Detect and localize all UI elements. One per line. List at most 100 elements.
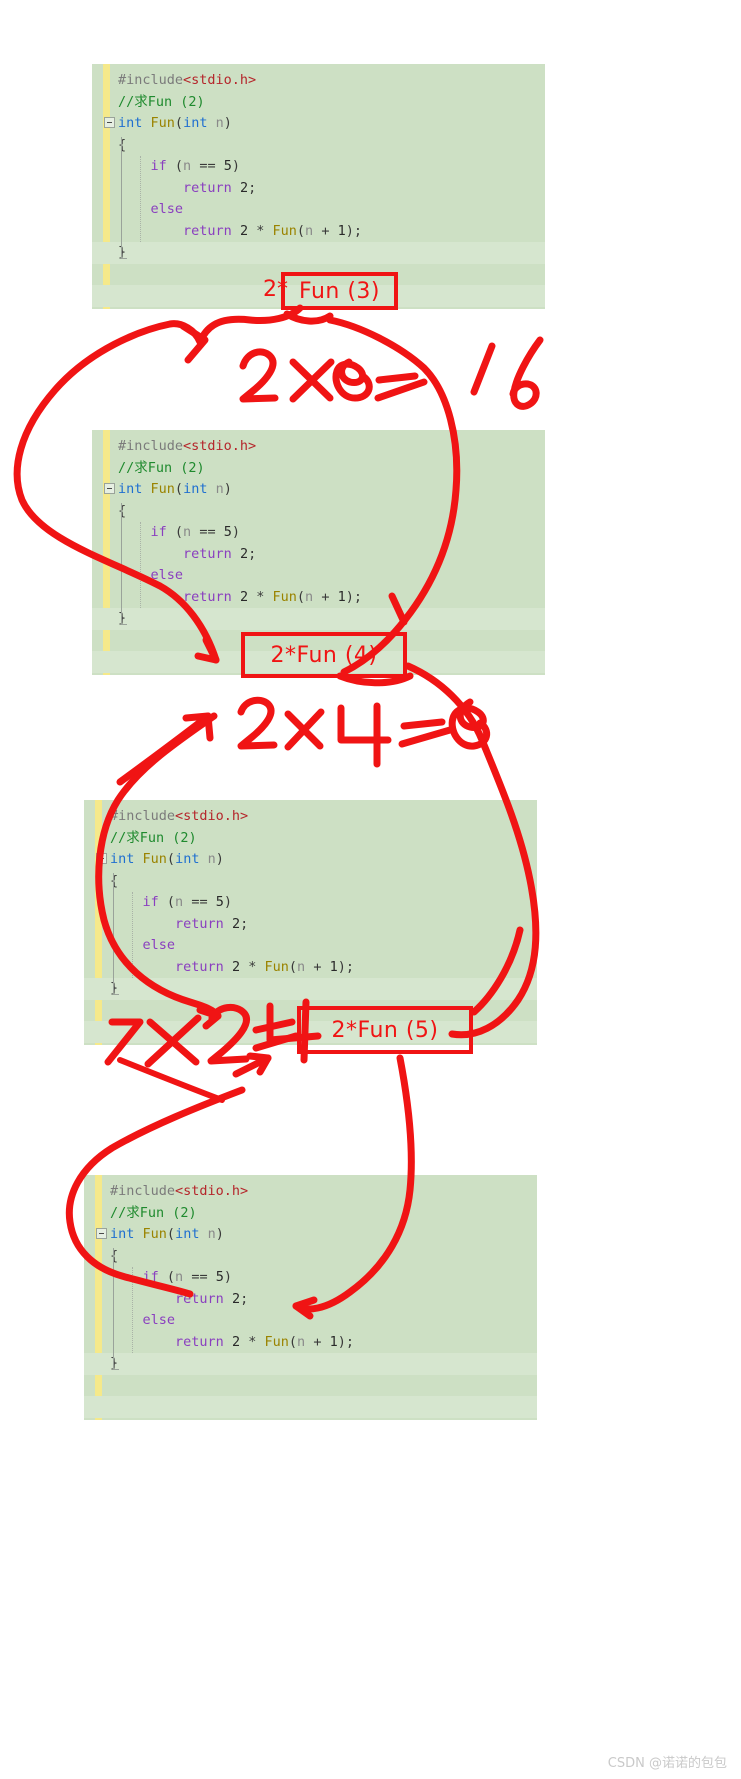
line-return-recursive-token-0 [118, 223, 183, 239]
line-include: #include<stdio.h> [92, 70, 545, 92]
line-close-brace: } [92, 242, 545, 264]
line-return-recursive-token-2 [224, 1334, 232, 1350]
line-signature: int Fun(int n) [84, 849, 537, 871]
line-signature-token-4: int [175, 1226, 200, 1242]
line-return-recursive: return 2 * Fun(n + 1); [92, 587, 545, 609]
line-return-recursive: return 2 * Fun(n + 1); [84, 1332, 537, 1354]
line-close-brace: } [84, 978, 537, 1000]
line-include: #include<stdio.h> [84, 1181, 537, 1203]
structure-guide-foot [113, 1369, 119, 1370]
line-include-token-1: <stdio.h> [175, 808, 249, 824]
hand-x-c [284, 710, 324, 750]
line-return-recursive-token-2 [232, 223, 240, 239]
line-return-recursive-token-0 [110, 959, 175, 975]
hand-equals-b [374, 378, 428, 402]
structure-guide-line [113, 1247, 114, 1369]
line-return-recursive-token-11: 1 [329, 958, 338, 975]
line-if-token-3: n [175, 894, 184, 910]
hand-x-a [289, 358, 334, 402]
line-if: if (n == 5) [84, 892, 537, 914]
structure-guide-line [121, 502, 122, 624]
line-if-token-3: n [183, 524, 192, 540]
line-include-token-1: <stdio.h> [183, 72, 257, 88]
line-if-token-5: 5 [215, 894, 224, 910]
line-return-base: return 2; [84, 914, 537, 936]
line-signature-token-2: Fun [150, 481, 175, 497]
hand-digit-2-a [239, 348, 279, 403]
line-if-token-5: 5 [215, 1269, 224, 1285]
line-if-token-6: ) [223, 1269, 232, 1285]
hand-x-d [284, 708, 325, 751]
line-return-base-token-2 [224, 916, 232, 932]
line-if-token-1: if [150, 524, 167, 540]
line-if-token-2: ( [166, 524, 184, 540]
line-comment-token-0: //求Fun (2) [110, 1204, 197, 1221]
line-return-base-token-0 [118, 546, 183, 562]
line-if-token-1: if [150, 158, 167, 174]
line-return-base-token-3: 2 [231, 915, 241, 932]
line-if-token-2: ( [158, 1269, 176, 1285]
line-return-base: return 2; [84, 1289, 537, 1311]
line-return-recursive-token-7: Fun [264, 958, 289, 975]
line-return-recursive-token-0 [110, 1334, 175, 1350]
line-signature-token-0: int [110, 1226, 135, 1242]
line-return-recursive-token-9: n [305, 588, 314, 605]
line-return-recursive-token-12: ); [345, 222, 362, 239]
indent-guide-line [140, 522, 141, 608]
arrowhead-under-2x2 [246, 1052, 272, 1076]
line-return-recursive-token-0 [118, 589, 183, 605]
line-return-base-token-0 [118, 180, 183, 196]
line-comment-token-0: //求Fun (2) [118, 93, 205, 110]
line-if-token-6: ) [231, 524, 240, 540]
line-return-recursive-token-1: return [183, 588, 232, 605]
line-return-recursive-token-9: n [305, 222, 314, 239]
hand-equals-c [400, 718, 446, 730]
line-if-token-0 [110, 1269, 143, 1285]
annot-fun5-label: 2*Fun (5) [331, 1017, 439, 1043]
line-return-recursive-token-11: 1 [329, 1333, 338, 1350]
line-return-base-token-3: 2 [239, 179, 249, 196]
line-if-token-1: if [142, 894, 159, 910]
line-return-recursive-token-8: ( [296, 222, 306, 239]
structure-guide-foot [113, 994, 119, 995]
line-return-recursive-token-3: 2 [231, 1333, 241, 1350]
line-return-recursive-token-6 [264, 223, 272, 239]
line-include: #include<stdio.h> [84, 806, 537, 828]
hand-2-b [237, 696, 278, 750]
line-return-base-token-1: return [183, 545, 232, 562]
collapse-toggle-icon[interactable] [96, 1228, 107, 1239]
line-signature-token-6: n [207, 851, 216, 867]
line-else-token-1: else [150, 567, 184, 583]
collapse-toggle-icon[interactable] [104, 483, 115, 494]
hand-8-b [448, 698, 491, 750]
annot-fun5-box: 2*Fun (5) [297, 1006, 473, 1054]
line-if-token-5: 5 [223, 524, 232, 540]
line-if-token-2: ( [166, 158, 184, 174]
line-return-recursive-token-1: return [175, 958, 224, 975]
indent-guide-line [132, 892, 133, 978]
line-if-token-6: ) [231, 158, 240, 174]
line-if-token-5: 5 [223, 158, 232, 174]
line-return-base-token-3: 2 [231, 1290, 241, 1307]
line-include-token-0: #include [118, 438, 184, 454]
line-return-base: return 2; [92, 178, 545, 200]
code-screenshot-4: #include<stdio.h>//求Fun (2) int Fun ( int n… [84, 1175, 537, 1420]
line-return-recursive-token-8: ( [296, 588, 306, 605]
line-signature-token-2: Fun [142, 1226, 167, 1242]
line-return-recursive-token-9: n [297, 1333, 306, 1350]
annot-fun3-box: Fun (3) [281, 272, 398, 310]
annot-fun3-label: Fun (3) [299, 278, 380, 304]
line-signature-token-5 [207, 115, 215, 131]
line-comment-token-0: //求Fun (2) [110, 829, 197, 846]
collapse-toggle-icon[interactable] [96, 853, 107, 864]
line-else: else [84, 1310, 537, 1332]
line-signature-token-6: n [215, 115, 224, 131]
structure-guide-foot [121, 624, 127, 625]
line-return-recursive-token-7: Fun [264, 1333, 289, 1350]
line-open-brace-token-0: { [110, 1247, 119, 1264]
line-if: if (n == 5) [92, 522, 545, 544]
line-signature-token-0: int [110, 851, 135, 867]
line-open-brace-token-0: { [110, 872, 119, 889]
collapse-toggle-icon[interactable] [104, 117, 115, 128]
line-return-recursive-token-3: 2 [239, 588, 249, 605]
